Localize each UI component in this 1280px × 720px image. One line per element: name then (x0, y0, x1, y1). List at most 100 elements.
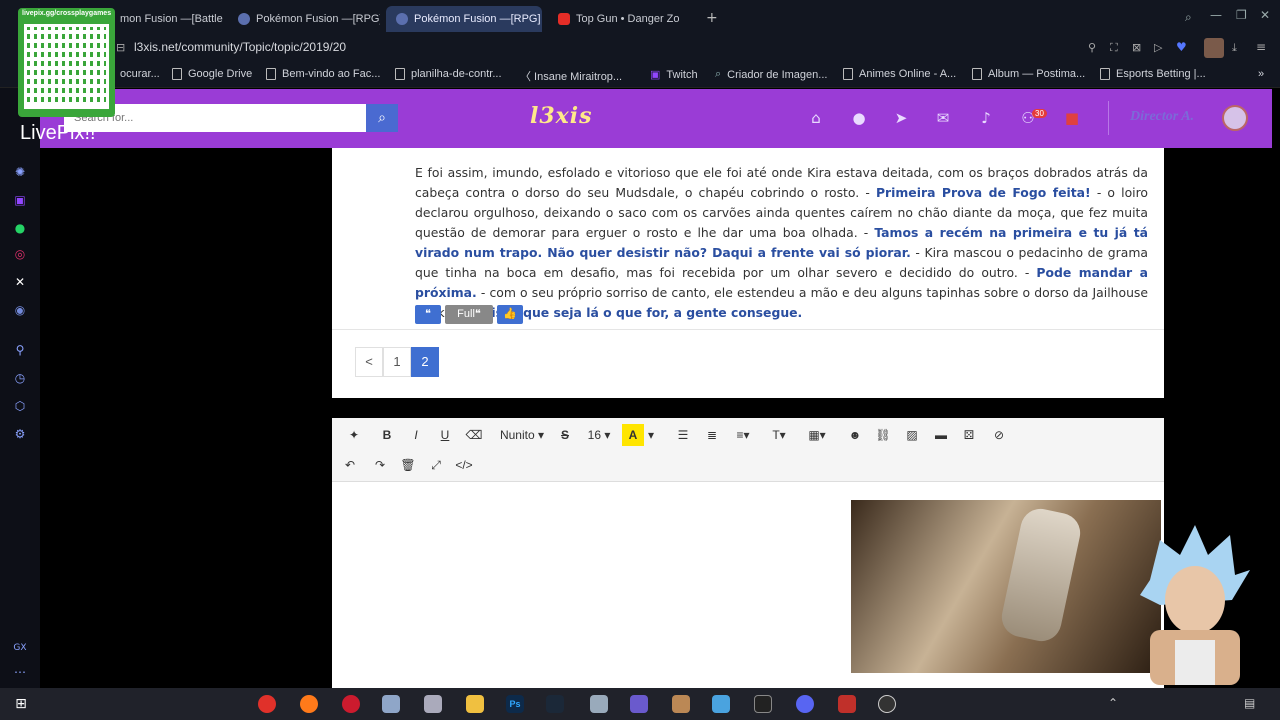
text-color-button[interactable]: A (622, 424, 644, 446)
discord-icon[interactable]: ◉ (12, 302, 28, 318)
screenshot-icon[interactable]: ⛶ (1110, 41, 1118, 55)
avatar[interactable] (1222, 105, 1248, 131)
home-icon[interactable]: ⌂ (806, 109, 826, 129)
history-icon[interactable]: ◷ (12, 370, 28, 386)
steam-icon[interactable] (546, 695, 564, 713)
heart-icon[interactable]: ♥ (1176, 40, 1187, 54)
underline-button[interactable]: U (434, 424, 456, 446)
bookmark-item[interactable]: Esports Betting |... (1100, 68, 1206, 80)
dice-icon[interactable]: ⚄ (958, 424, 980, 446)
image-icon[interactable]: ▨ (901, 424, 923, 446)
menu-icon[interactable]: ≡ (1256, 40, 1266, 54)
bookmark-item[interactable]: Google Drive (172, 68, 252, 80)
instagram-icon[interactable]: ◎ (12, 246, 28, 262)
more-icon[interactable]: ⋯ (12, 664, 28, 680)
gx-icon[interactable]: GX (12, 640, 28, 656)
app-icon[interactable] (838, 695, 856, 713)
emoji-icon[interactable]: ☻ (844, 424, 866, 446)
whatsapp-icon[interactable]: ● (12, 220, 28, 236)
full-quote-button[interactable]: Full❝ (445, 305, 493, 324)
italic-button[interactable]: I (405, 424, 427, 446)
pagination-prev[interactable]: < (355, 347, 383, 377)
table-icon[interactable]: ▦▾ (804, 424, 830, 446)
opera-gx-icon[interactable] (342, 695, 360, 713)
bookmark-item[interactable]: planilha-de-contr... (395, 68, 502, 80)
line-height-icon[interactable]: T▾ (766, 424, 792, 446)
bookmark-item[interactable]: Bem-vindo ao Fac... (266, 68, 380, 80)
app-icon[interactable] (424, 695, 442, 713)
bookmark-item[interactable]: Animes Online - A... (843, 68, 956, 80)
strikethrough-button[interactable]: S (554, 424, 576, 446)
color-dropdown-icon[interactable]: ▾ (646, 424, 656, 446)
eraser-icon[interactable]: ⌫ (463, 424, 485, 446)
file-explorer-icon[interactable] (466, 695, 484, 713)
bookmark-item[interactable]: ▣ Twitch (650, 68, 698, 82)
tray-chevron-icon[interactable]: ⌃ (1108, 696, 1118, 710)
undo-icon[interactable]: ↶ (338, 454, 362, 476)
new-tab-icon[interactable]: + (706, 10, 718, 26)
user-icon[interactable]: ● (849, 109, 869, 129)
fullscreen-icon[interactable]: ⤢ (424, 454, 448, 476)
pin-icon[interactable]: ⚲ (1088, 41, 1096, 54)
twitch-icon[interactable]: ▣ (12, 192, 28, 208)
windows-start-icon[interactable]: ⊞ (12, 695, 30, 713)
settings-icon[interactable]: ⚙ (12, 426, 28, 442)
bookmarks-overflow-icon[interactable]: » (1258, 68, 1264, 80)
app-icon[interactable] (382, 695, 400, 713)
notifications-icon[interactable]: ▤ (1244, 696, 1255, 710)
chrome-icon[interactable] (258, 695, 276, 713)
quote-button[interactable]: ❝ (415, 305, 441, 324)
numbered-list-icon[interactable]: ≣ (701, 424, 723, 446)
video-icon[interactable]: ▬ (930, 424, 952, 446)
username[interactable]: Director A. (1130, 109, 1194, 125)
code-view-icon[interactable]: </> (452, 454, 476, 476)
send-icon[interactable]: ➤ (891, 109, 911, 129)
play-icon[interactable]: ▷ (1154, 41, 1162, 54)
bell-icon[interactable]: ♪ (976, 109, 996, 129)
x-icon[interactable]: ✕ (12, 274, 28, 290)
flag-icon[interactable]: ■ (1062, 109, 1082, 129)
search-tabs-icon[interactable]: ⌕ (1185, 10, 1192, 25)
bookmark-item[interactable]: Album — Postima... (972, 68, 1085, 80)
bookmark-item[interactable]: ⌕ Criador de Imagen... (715, 68, 827, 81)
chat-icon[interactable]: ✉ (933, 109, 953, 129)
site-logo[interactable]: l3xis (530, 103, 593, 129)
download-icon[interactable]: ⤓ (1232, 41, 1237, 55)
tab-pokemon-fusion-rpg-1[interactable]: Pokémon Fusion —[RPG] (228, 6, 380, 32)
font-family-select[interactable]: Nunito ▾ (498, 424, 546, 446)
chatgpt-icon[interactable]: ✺ (12, 164, 28, 180)
tab-pokemon-fusion-battle[interactable]: mon Fusion —[Battle (110, 6, 225, 32)
tab-top-gun[interactable]: Top Gun • Danger Zo (548, 6, 698, 32)
restore-icon[interactable]: ❐ (1236, 8, 1247, 22)
magic-format-icon[interactable]: ✦ (342, 424, 366, 446)
app-icon[interactable] (754, 695, 772, 713)
link-icon[interactable]: ⛓ (872, 424, 894, 446)
bookmark-item[interactable]: ocurar... (120, 68, 160, 80)
extensions-icon[interactable]: ⬡ (12, 398, 28, 414)
tab-pokemon-fusion-rpg-active[interactable]: Pokémon Fusion —[RPG] (386, 6, 542, 32)
pagination-page-1[interactable]: 1 (383, 347, 411, 377)
font-size-select[interactable]: 16 ▾ (586, 424, 612, 446)
bookmark-item[interactable]: 〈 Insane Miraitrop... (520, 68, 622, 84)
pagination-page-2[interactable]: 2 (411, 347, 439, 377)
close-icon[interactable]: ✕ (1260, 8, 1270, 22)
photoshop-icon[interactable]: Ps (506, 695, 524, 713)
trash-icon[interactable]: 🗑 (396, 454, 420, 476)
bullet-list-icon[interactable]: ☰ (672, 424, 694, 446)
spoiler-icon[interactable]: ⊘ (988, 424, 1010, 446)
align-icon[interactable]: ≡▾ (730, 424, 756, 446)
obs-icon[interactable] (878, 695, 896, 713)
redo-icon[interactable]: ↷ (368, 454, 392, 476)
search-button[interactable]: ⌕ (366, 104, 398, 132)
pin-icon[interactable]: ⚲ (12, 342, 28, 358)
url-field[interactable]: l3xis.net/community/Topic/topic/2019/20 (134, 40, 346, 54)
site-info-icon[interactable]: ⊟ (116, 41, 125, 54)
app-icon[interactable] (672, 695, 690, 713)
block-icon[interactable]: ⊠ (1132, 41, 1141, 54)
firefox-icon[interactable] (300, 695, 318, 713)
app-icon[interactable] (590, 695, 608, 713)
gamepad-icon[interactable] (630, 695, 648, 713)
bold-button[interactable]: B (376, 424, 398, 446)
discord-icon[interactable] (796, 695, 814, 713)
minimize-icon[interactable]: — (1210, 8, 1222, 22)
